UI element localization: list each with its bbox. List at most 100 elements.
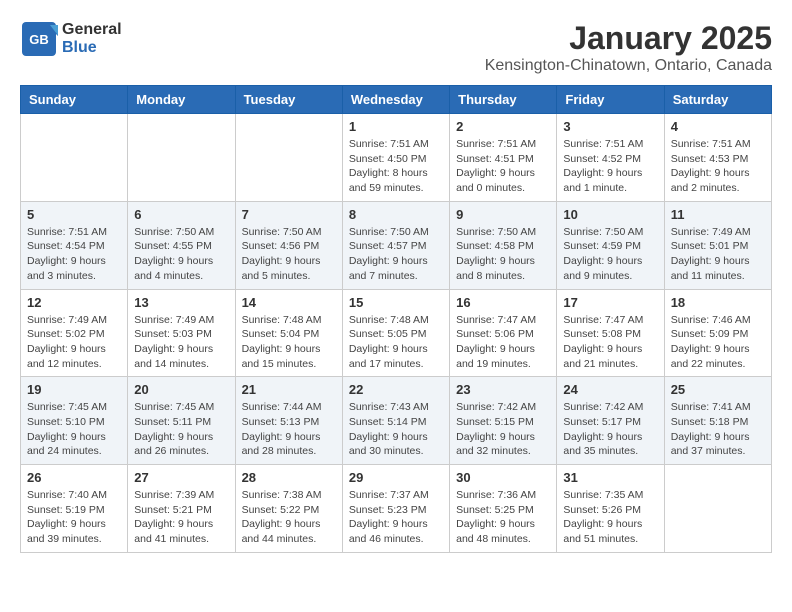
day-info: Sunrise: 7:50 AM Sunset: 4:58 PM Dayligh… bbox=[456, 225, 550, 284]
calendar-week-row: 19 Sunrise: 7:45 AM Sunset: 5:10 PM Dayli… bbox=[21, 377, 772, 465]
day-number: 8 bbox=[349, 207, 443, 222]
day-number: 25 bbox=[671, 382, 765, 397]
logo-icon: GB bbox=[20, 20, 58, 58]
day-info: Sunrise: 7:46 AM Sunset: 5:09 PM Dayligh… bbox=[671, 313, 765, 372]
day-number: 23 bbox=[456, 382, 550, 397]
calendar-table: SundayMondayTuesdayWednesdayThursdayFrid… bbox=[20, 85, 772, 553]
day-number: 26 bbox=[27, 470, 121, 485]
day-info: Sunrise: 7:49 AM Sunset: 5:01 PM Dayligh… bbox=[671, 225, 765, 284]
month-title: January 2025 bbox=[485, 20, 772, 57]
day-info: Sunrise: 7:43 AM Sunset: 5:14 PM Dayligh… bbox=[349, 400, 443, 459]
day-info: Sunrise: 7:48 AM Sunset: 5:05 PM Dayligh… bbox=[349, 313, 443, 372]
calendar-week-row: 12 Sunrise: 7:49 AM Sunset: 5:02 PM Dayli… bbox=[21, 289, 772, 377]
calendar-cell: 16Sunrise: 7:47 AM Sunset: 5:06 PM Dayli… bbox=[450, 289, 557, 377]
day-info: Sunrise: 7:50 AM Sunset: 4:55 PM Dayligh… bbox=[134, 225, 228, 284]
calendar-cell: 20 Sunrise: 7:45 AM Sunset: 5:11 PM Dayli… bbox=[128, 377, 235, 465]
title-block: January 2025 Kensington-Chinatown, Ontar… bbox=[485, 20, 772, 75]
day-number: 2 bbox=[456, 119, 550, 134]
day-info: Sunrise: 7:42 AM Sunset: 5:17 PM Dayligh… bbox=[563, 400, 657, 459]
calendar-cell: 26 Sunrise: 7:40 AM Sunset: 5:19 PM Dayli… bbox=[21, 465, 128, 553]
weekday-header: Wednesday bbox=[342, 86, 449, 114]
day-info: Sunrise: 7:40 AM Sunset: 5:19 PM Dayligh… bbox=[27, 488, 121, 547]
day-info: Sunrise: 7:49 AM Sunset: 5:02 PM Dayligh… bbox=[27, 313, 121, 372]
day-number: 19 bbox=[27, 382, 121, 397]
day-info: Sunrise: 7:45 AM Sunset: 5:11 PM Dayligh… bbox=[134, 400, 228, 459]
calendar-cell: 2 Sunrise: 7:51 AM Sunset: 4:51 PM Daylig… bbox=[450, 114, 557, 202]
day-number: 27 bbox=[134, 470, 228, 485]
logo-general-text: General bbox=[62, 21, 122, 38]
day-number: 12 bbox=[27, 295, 121, 310]
calendar-cell: 27 Sunrise: 7:39 AM Sunset: 5:21 PM Dayli… bbox=[128, 465, 235, 553]
day-info: Sunrise: 7:51 AM Sunset: 4:52 PM Dayligh… bbox=[563, 137, 657, 196]
calendar-cell: 14Sunrise: 7:48 AM Sunset: 5:04 PM Dayli… bbox=[235, 289, 342, 377]
day-number: 15 bbox=[349, 295, 443, 310]
calendar-cell bbox=[664, 465, 771, 553]
calendar-week-row: 1 Sunrise: 7:51 AM Sunset: 4:50 PM Daylig… bbox=[21, 114, 772, 202]
weekday-header: Sunday bbox=[21, 86, 128, 114]
day-number: 20 bbox=[134, 382, 228, 397]
calendar-cell: 24 Sunrise: 7:42 AM Sunset: 5:17 PM Dayli… bbox=[557, 377, 664, 465]
weekday-header-row: SundayMondayTuesdayWednesdayThursdayFrid… bbox=[21, 86, 772, 114]
calendar-cell: 30Sunrise: 7:36 AM Sunset: 5:25 PM Dayli… bbox=[450, 465, 557, 553]
calendar-cell: 31Sunrise: 7:35 AM Sunset: 5:26 PM Dayli… bbox=[557, 465, 664, 553]
svg-text:GB: GB bbox=[29, 32, 49, 47]
day-number: 5 bbox=[27, 207, 121, 222]
day-info: Sunrise: 7:51 AM Sunset: 4:54 PM Dayligh… bbox=[27, 225, 121, 284]
weekday-header: Thursday bbox=[450, 86, 557, 114]
day-number: 9 bbox=[456, 207, 550, 222]
calendar-cell: 3 Sunrise: 7:51 AM Sunset: 4:52 PM Daylig… bbox=[557, 114, 664, 202]
day-info: Sunrise: 7:51 AM Sunset: 4:53 PM Dayligh… bbox=[671, 137, 765, 196]
day-info: Sunrise: 7:42 AM Sunset: 5:15 PM Dayligh… bbox=[456, 400, 550, 459]
day-number: 11 bbox=[671, 207, 765, 222]
calendar-cell: 7Sunrise: 7:50 AM Sunset: 4:56 PM Daylig… bbox=[235, 201, 342, 289]
day-info: Sunrise: 7:37 AM Sunset: 5:23 PM Dayligh… bbox=[349, 488, 443, 547]
day-info: Sunrise: 7:51 AM Sunset: 4:50 PM Dayligh… bbox=[349, 137, 443, 196]
day-number: 14 bbox=[242, 295, 336, 310]
day-number: 1 bbox=[349, 119, 443, 134]
day-info: Sunrise: 7:44 AM Sunset: 5:13 PM Dayligh… bbox=[242, 400, 336, 459]
calendar-cell: 18Sunrise: 7:46 AM Sunset: 5:09 PM Dayli… bbox=[664, 289, 771, 377]
day-info: Sunrise: 7:35 AM Sunset: 5:26 PM Dayligh… bbox=[563, 488, 657, 547]
calendar-cell bbox=[21, 114, 128, 202]
calendar-cell: 6 Sunrise: 7:50 AM Sunset: 4:55 PM Daylig… bbox=[128, 201, 235, 289]
day-info: Sunrise: 7:50 AM Sunset: 4:56 PM Dayligh… bbox=[242, 225, 336, 284]
calendar-cell: 9 Sunrise: 7:50 AM Sunset: 4:58 PM Daylig… bbox=[450, 201, 557, 289]
day-number: 29 bbox=[349, 470, 443, 485]
calendar-cell: 5 Sunrise: 7:51 AM Sunset: 4:54 PM Daylig… bbox=[21, 201, 128, 289]
weekday-header: Friday bbox=[557, 86, 664, 114]
day-info: Sunrise: 7:51 AM Sunset: 4:51 PM Dayligh… bbox=[456, 137, 550, 196]
day-number: 24 bbox=[563, 382, 657, 397]
calendar-cell: 28Sunrise: 7:38 AM Sunset: 5:22 PM Dayli… bbox=[235, 465, 342, 553]
day-number: 3 bbox=[563, 119, 657, 134]
logo-blue-text: Blue bbox=[62, 39, 97, 56]
weekday-header: Monday bbox=[128, 86, 235, 114]
calendar-cell: 19 Sunrise: 7:45 AM Sunset: 5:10 PM Dayli… bbox=[21, 377, 128, 465]
day-info: Sunrise: 7:50 AM Sunset: 4:59 PM Dayligh… bbox=[563, 225, 657, 284]
day-number: 22 bbox=[349, 382, 443, 397]
day-number: 16 bbox=[456, 295, 550, 310]
day-info: Sunrise: 7:45 AM Sunset: 5:10 PM Dayligh… bbox=[27, 400, 121, 459]
calendar-cell: 17Sunrise: 7:47 AM Sunset: 5:08 PM Dayli… bbox=[557, 289, 664, 377]
day-number: 30 bbox=[456, 470, 550, 485]
calendar-cell: 13 Sunrise: 7:49 AM Sunset: 5:03 PM Dayli… bbox=[128, 289, 235, 377]
day-info: Sunrise: 7:41 AM Sunset: 5:18 PM Dayligh… bbox=[671, 400, 765, 459]
calendar-cell: 11 Sunrise: 7:49 AM Sunset: 5:01 PM Dayli… bbox=[664, 201, 771, 289]
day-number: 28 bbox=[242, 470, 336, 485]
day-number: 13 bbox=[134, 295, 228, 310]
calendar-cell: 21 Sunrise: 7:44 AM Sunset: 5:13 PM Dayli… bbox=[235, 377, 342, 465]
day-number: 4 bbox=[671, 119, 765, 134]
day-number: 6 bbox=[134, 207, 228, 222]
calendar-cell: 23 Sunrise: 7:42 AM Sunset: 5:15 PM Dayli… bbox=[450, 377, 557, 465]
calendar-cell: 22 Sunrise: 7:43 AM Sunset: 5:14 PM Dayli… bbox=[342, 377, 449, 465]
calendar-cell bbox=[235, 114, 342, 202]
calendar-cell: 10Sunrise: 7:50 AM Sunset: 4:59 PM Dayli… bbox=[557, 201, 664, 289]
calendar-cell: 4 Sunrise: 7:51 AM Sunset: 4:53 PM Daylig… bbox=[664, 114, 771, 202]
weekday-header: Tuesday bbox=[235, 86, 342, 114]
calendar-cell: 8Sunrise: 7:50 AM Sunset: 4:57 PM Daylig… bbox=[342, 201, 449, 289]
day-info: Sunrise: 7:39 AM Sunset: 5:21 PM Dayligh… bbox=[134, 488, 228, 547]
day-info: Sunrise: 7:47 AM Sunset: 5:08 PM Dayligh… bbox=[563, 313, 657, 372]
calendar-week-row: 26 Sunrise: 7:40 AM Sunset: 5:19 PM Dayli… bbox=[21, 465, 772, 553]
logo: GB General Blue bbox=[20, 20, 122, 58]
day-info: Sunrise: 7:49 AM Sunset: 5:03 PM Dayligh… bbox=[134, 313, 228, 372]
day-number: 21 bbox=[242, 382, 336, 397]
